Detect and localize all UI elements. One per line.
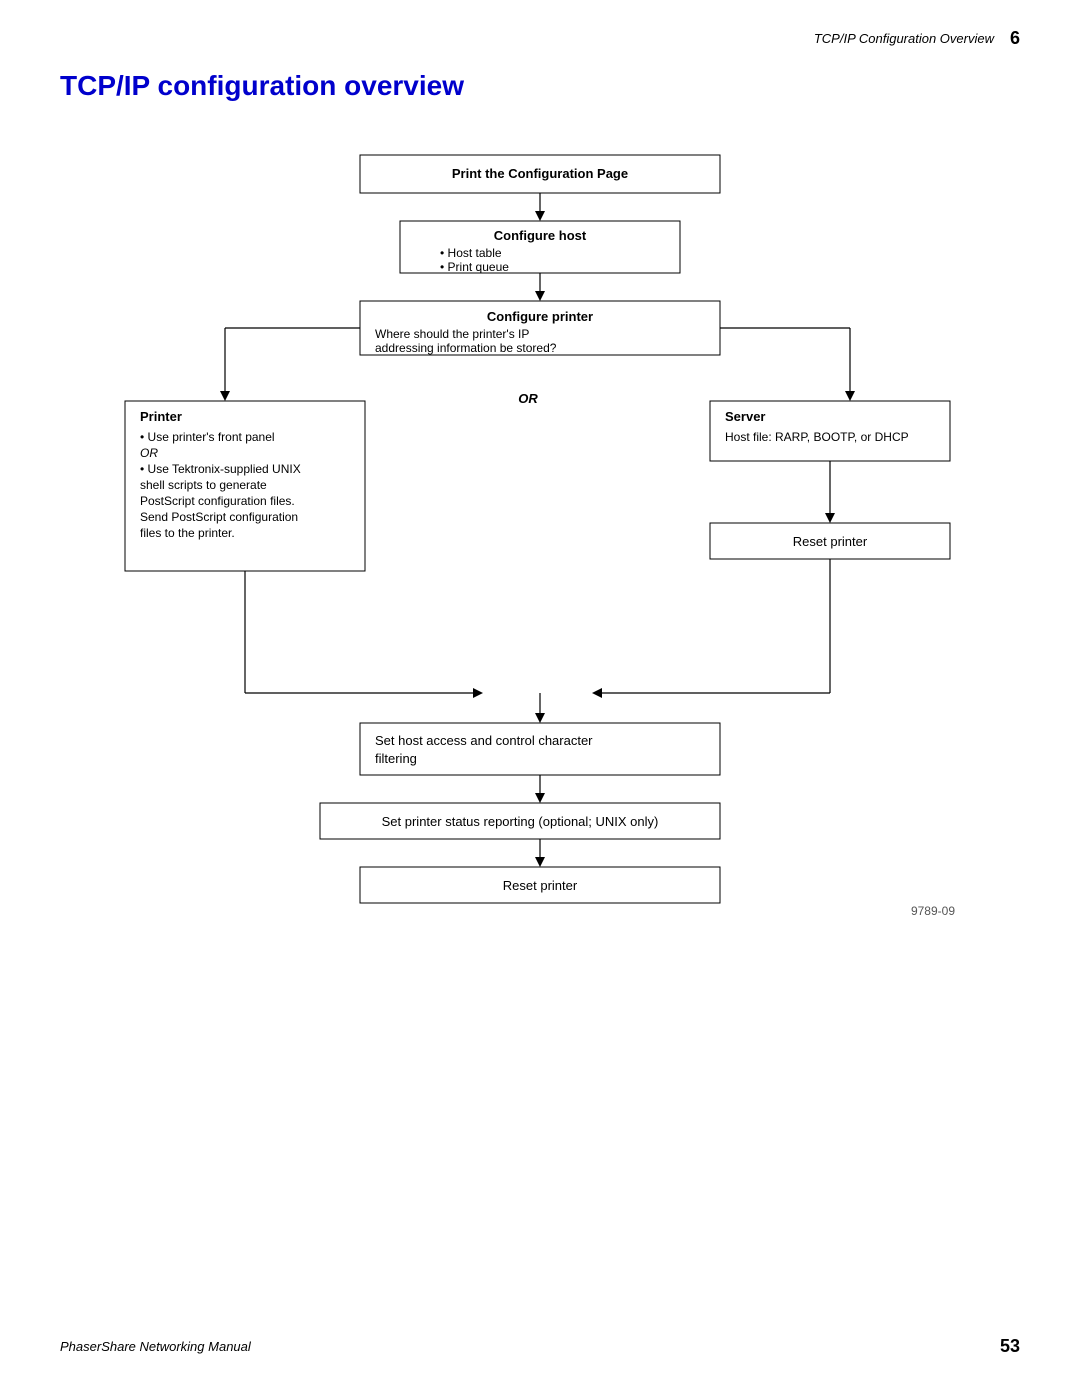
page-header: TCP/IP Configuration Overview 6: [814, 28, 1020, 49]
footer-manual-name: PhaserShare Networking Manual: [60, 1339, 251, 1354]
page-footer: PhaserShare Networking Manual 53: [0, 1336, 1080, 1357]
svg-text:addressing information be stor: addressing information be stored?: [375, 341, 557, 355]
svg-text:• Host table: • Host table: [440, 246, 502, 260]
header-title: TCP/IP Configuration Overview: [814, 31, 994, 46]
page-title: TCP/IP configuration overview: [60, 70, 464, 102]
svg-text:• Use printer's front panel: • Use printer's front panel: [140, 430, 275, 444]
svg-text:Reset printer: Reset printer: [503, 878, 578, 893]
svg-text:9789-09: 9789-09: [911, 904, 955, 918]
svg-text:Send PostScript configuration: Send PostScript configuration: [140, 510, 298, 524]
svg-text:Set printer status reporting (: Set printer status reporting (optional; …: [382, 814, 659, 829]
svg-text:Print the Configuration Page: Print the Configuration Page: [452, 166, 628, 181]
svg-text:OR: OR: [518, 391, 538, 406]
svg-text:Configure printer: Configure printer: [487, 309, 593, 324]
svg-text:Where should the printer's IP: Where should the printer's IP: [375, 327, 529, 341]
flowchart-diagram: Print the Configuration Page Configure h…: [60, 145, 1020, 945]
svg-text:files to the printer.: files to the printer.: [140, 526, 235, 540]
svg-text:• Use Tektronix-supplied UNIX: • Use Tektronix-supplied UNIX: [140, 462, 301, 476]
svg-text:PostScript configuration files: PostScript configuration files.: [140, 494, 295, 508]
svg-text:filtering: filtering: [375, 751, 417, 766]
svg-text:• Print queue: • Print queue: [440, 260, 509, 274]
svg-text:Printer: Printer: [140, 409, 182, 424]
footer-page-number: 53: [1000, 1336, 1020, 1357]
svg-text:Set host access and control ch: Set host access and control character: [375, 733, 593, 748]
header-page-number: 6: [1010, 28, 1020, 49]
svg-text:Reset printer: Reset printer: [793, 534, 868, 549]
svg-text:Host file: RARP, BOOTP, or DHC: Host file: RARP, BOOTP, or DHCP: [725, 430, 909, 444]
svg-text:Configure host: Configure host: [494, 228, 587, 243]
svg-text:shell scripts to generate: shell scripts to generate: [140, 478, 267, 492]
svg-text:OR: OR: [140, 446, 158, 460]
svg-text:Server: Server: [725, 409, 765, 424]
